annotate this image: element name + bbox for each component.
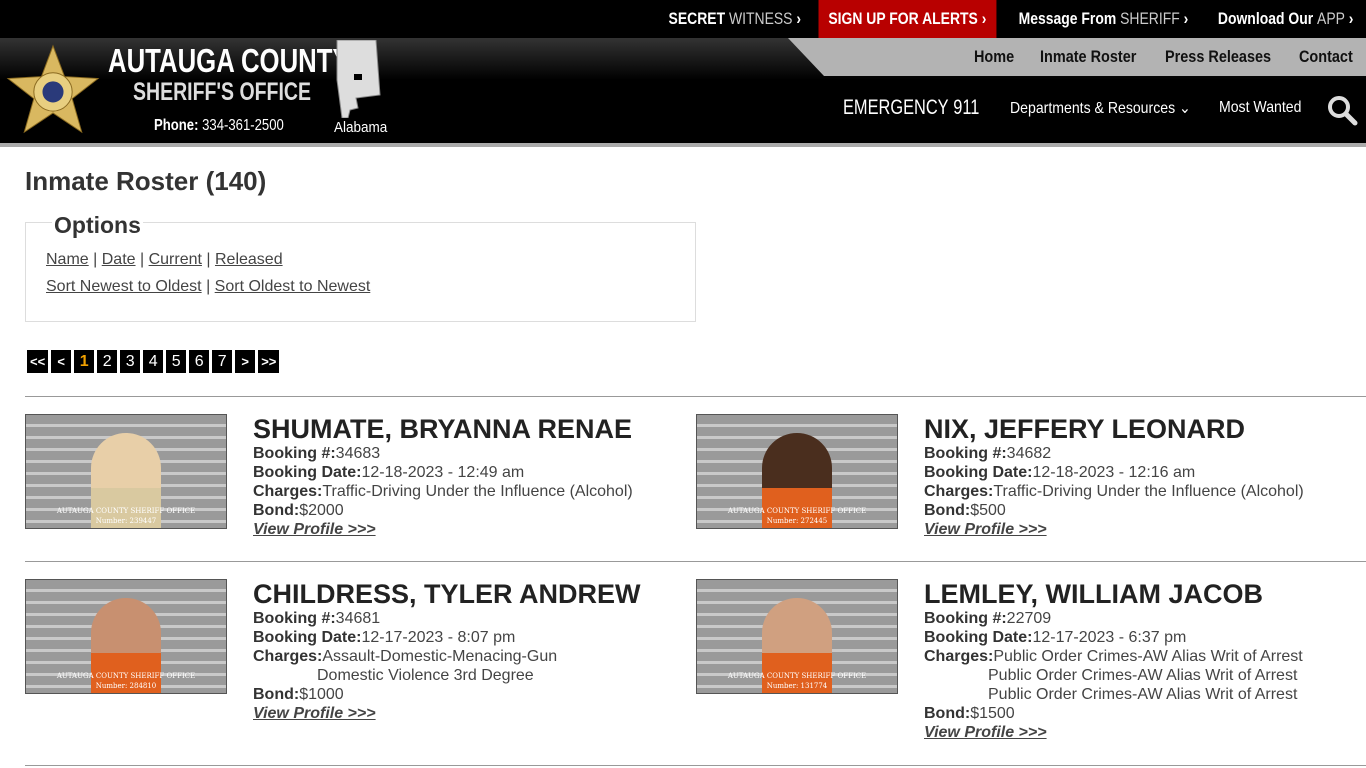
mugshot-caption: AUTAUGA COUNTY SHERIFF OFFICE Number: 284… <box>56 672 196 690</box>
booking-number: Booking #:22709 <box>924 610 1052 627</box>
download-app-link[interactable]: Download Our APP › <box>1208 0 1363 38</box>
booking-number: Booking #:34682 <box>924 445 1052 462</box>
booking-date: Booking Date:12-18-2023 - 12:16 am <box>924 464 1196 481</box>
booking-number: Booking #:34681 <box>253 610 381 627</box>
inmate-name[interactable]: CHILDRESS, TYLER ANDREW <box>253 579 641 609</box>
page-first[interactable]: << <box>27 350 49 373</box>
divider <box>25 561 1366 562</box>
page-5[interactable]: 5 <box>166 350 187 373</box>
page-6[interactable]: 6 <box>189 350 210 373</box>
mugshot-photo[interactable]: AUTAUGA COUNTY SHERIFF OFFICE Number: 272… <box>696 414 898 529</box>
most-wanted-link[interactable]: Most Wanted <box>1219 99 1301 117</box>
page-prev[interactable]: < <box>51 350 72 373</box>
charge: Public Order Crimes-AW Alias Writ of Arr… <box>988 686 1298 703</box>
inmate-name[interactable]: NIX, JEFFERY LEONARD <box>924 414 1304 444</box>
view-profile-link[interactable]: View Profile >>> <box>253 521 376 538</box>
message-from-sheriff-link[interactable]: Message From SHERIFF › <box>1009 0 1198 38</box>
chevron-down-icon: ⌄ <box>1179 100 1191 117</box>
page-2[interactable]: 2 <box>97 350 118 373</box>
filter-released-link[interactable]: Released <box>215 251 283 268</box>
search-icon[interactable] <box>1326 94 1358 126</box>
bond: Bond:$2000 <box>253 502 344 519</box>
divider <box>25 396 1366 397</box>
charge: Charges:Public Order Crimes-AW Alias Wri… <box>924 648 1303 665</box>
charge: Charges:Assault-Domestic-Menacing-Gun <box>253 648 558 665</box>
charge: Domestic Violence 3rd Degree <box>317 667 534 684</box>
inmate-name[interactable]: LEMLEY, WILLIAM JACOB <box>924 579 1303 609</box>
sort-date-link[interactable]: Date <box>102 251 136 268</box>
site-subtitle: SHERIFF'S OFFICE <box>133 78 311 106</box>
bond: Bond:$500 <box>924 502 1006 519</box>
booking-date: Booking Date:12-17-2023 - 6:37 pm <box>924 629 1187 646</box>
mugshot-photo[interactable]: AUTAUGA COUNTY SHERIFF OFFICE Number: 239… <box>25 414 227 529</box>
site-title: AUTAUGA COUNTY <box>108 42 350 79</box>
page-last[interactable]: >> <box>258 350 280 373</box>
nav-press-releases[interactable]: Press Releases <box>1165 47 1271 67</box>
page-title: Inmate Roster (140) <box>25 166 267 196</box>
pagination: << < 1 2 3 4 5 6 7 > >> <box>27 350 280 373</box>
options-legend: Options <box>52 212 143 239</box>
page-7[interactable]: 7 <box>212 350 233 373</box>
sort-newest-link[interactable]: Sort Newest to Oldest <box>46 278 202 295</box>
departments-dropdown[interactable]: Departments & Resources ⌄ <box>1010 98 1191 118</box>
bond: Bond:$1500 <box>924 705 1015 722</box>
sort-name-link[interactable]: Name <box>46 251 89 268</box>
page-4[interactable]: 4 <box>143 350 164 373</box>
inmate-name[interactable]: SHUMATE, BRYANNA RENAE <box>253 414 633 444</box>
view-profile-link[interactable]: View Profile >>> <box>253 705 376 722</box>
view-profile-link[interactable]: View Profile >>> <box>924 724 1047 741</box>
phone: Phone: 334-361-2500 <box>154 117 284 134</box>
filter-current-link[interactable]: Current <box>149 251 202 268</box>
secret-witness-link[interactable]: SECRET WITNESS › <box>658 0 810 38</box>
mugshot-caption: AUTAUGA COUNTY SHERIFF OFFICE Number: 131… <box>727 672 867 690</box>
mugshot-caption: AUTAUGA COUNTY SHERIFF OFFICE Number: 239… <box>56 507 196 525</box>
sort-oldest-link[interactable]: Sort Oldest to Newest <box>215 278 371 295</box>
top-utility-bar: SECRET WITNESS › SIGN UP FOR ALERTS › Me… <box>0 0 1366 38</box>
main-nav: Home Inmate Roster Press Releases Contac… <box>788 38 1366 76</box>
nav-contact[interactable]: Contact <box>1299 47 1353 67</box>
state-label: Alabama <box>334 119 388 136</box>
nav-inmate-roster[interactable]: Inmate Roster <box>1040 47 1136 67</box>
divider <box>25 765 1366 766</box>
emergency-number[interactable]: EMERGENCY 911 <box>843 96 979 120</box>
page-next[interactable]: > <box>235 350 256 373</box>
sign-up-alerts-link[interactable]: SIGN UP FOR ALERTS › <box>818 0 997 38</box>
mugshot-caption: AUTAUGA COUNTY SHERIFF OFFICE Number: 272… <box>727 507 867 525</box>
sheriff-star-logo[interactable] <box>5 44 101 136</box>
charge: Charges:Traffic-Driving Under the Influe… <box>253 483 633 500</box>
mugshot-photo[interactable]: AUTAUGA COUNTY SHERIFF OFFICE Number: 284… <box>25 579 227 694</box>
view-profile-link[interactable]: View Profile >>> <box>924 521 1047 538</box>
mugshot-photo[interactable]: AUTAUGA COUNTY SHERIFF OFFICE Number: 131… <box>696 579 898 694</box>
booking-date: Booking Date:12-17-2023 - 8:07 pm <box>253 629 516 646</box>
bond: Bond:$1000 <box>253 686 344 703</box>
page-1[interactable]: 1 <box>74 350 95 373</box>
page-3[interactable]: 3 <box>120 350 141 373</box>
order-links: Sort Newest to Oldest | Sort Oldest to N… <box>46 278 371 295</box>
booking-number: Booking #:34683 <box>253 445 381 462</box>
charge: Charges:Traffic-Driving Under the Influe… <box>924 483 1304 500</box>
nav-home[interactable]: Home <box>974 47 1014 67</box>
alabama-map-icon <box>336 40 381 118</box>
header-divider <box>0 143 1366 147</box>
charge: Public Order Crimes-AW Alias Writ of Arr… <box>988 667 1298 684</box>
booking-date: Booking Date:12-18-2023 - 12:49 am <box>253 464 525 481</box>
sort-links: Name | Date | Current | Released <box>46 251 283 268</box>
